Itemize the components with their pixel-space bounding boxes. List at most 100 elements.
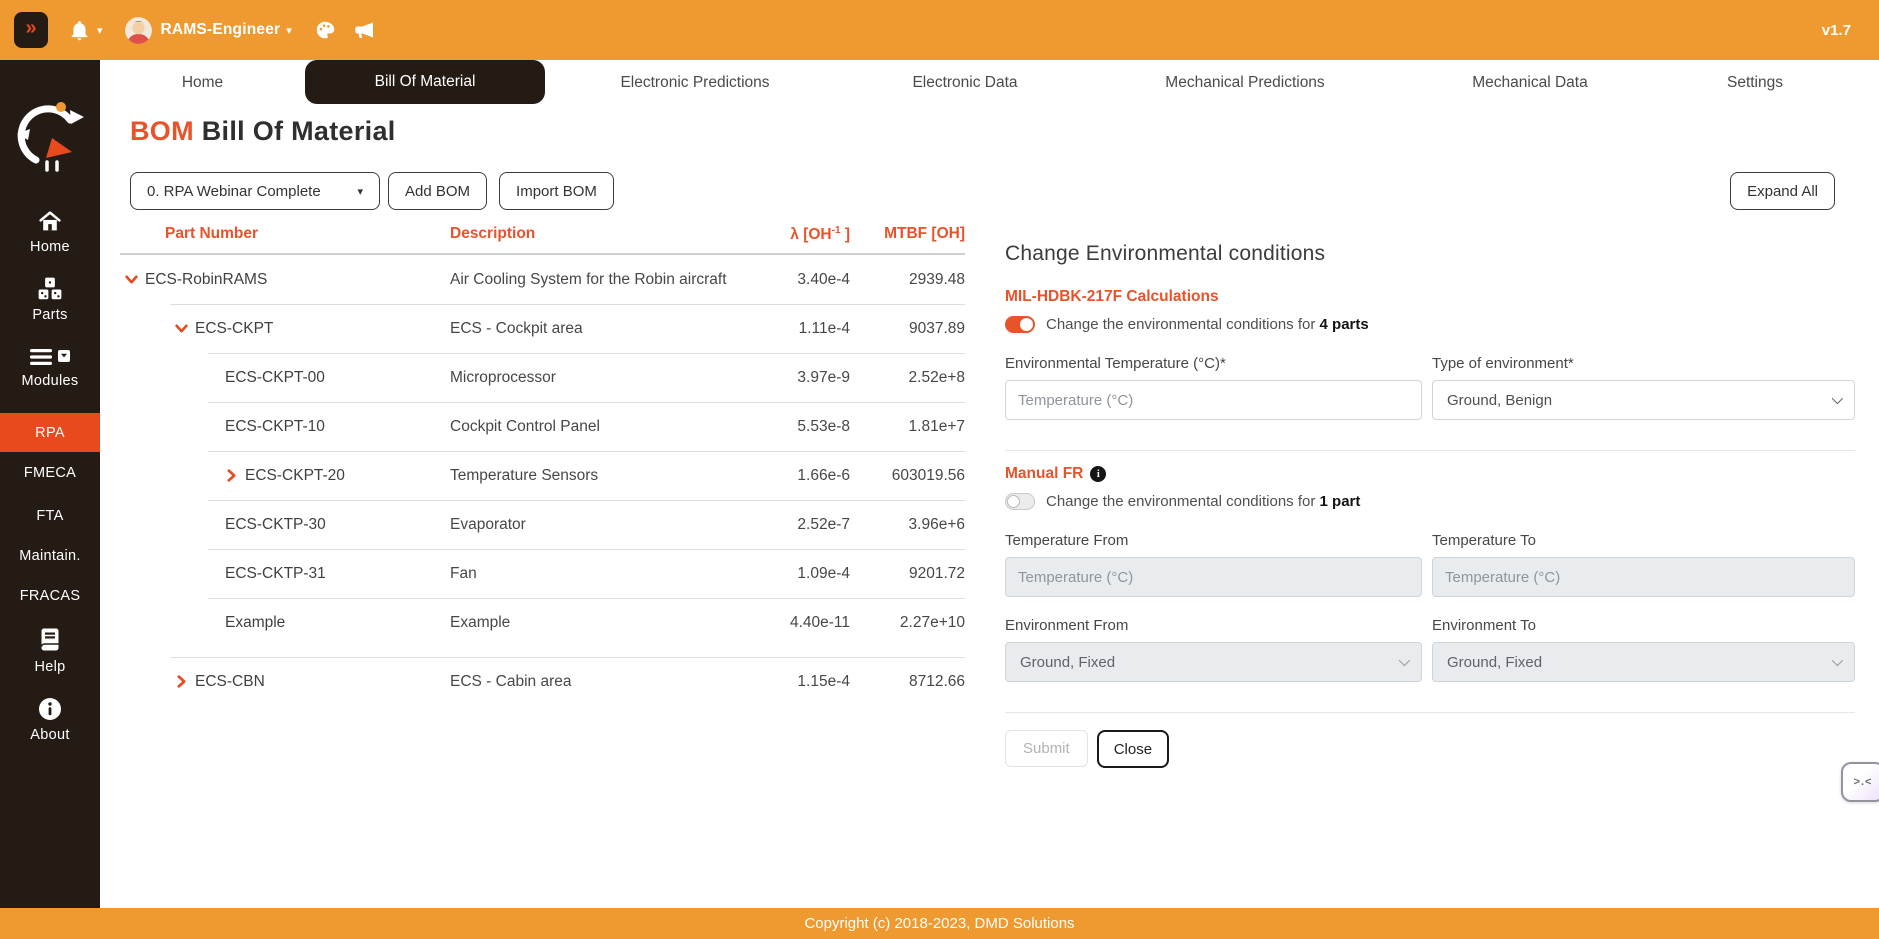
- column-header-part-number[interactable]: Part Number: [120, 225, 450, 244]
- manual-conditions-toggle[interactable]: [1005, 493, 1035, 510]
- part-number: ECS-CKTP-30: [225, 516, 326, 534]
- tab-bill-of-material[interactable]: Bill Of Material: [305, 60, 545, 104]
- chevron-down-icon: [1832, 655, 1843, 666]
- user-avatar[interactable]: [125, 17, 152, 44]
- tab-mechanical-predictions[interactable]: Mechanical Predictions: [1085, 60, 1405, 105]
- chevron-down-icon: [1399, 655, 1410, 666]
- tab-home[interactable]: Home: [100, 60, 305, 105]
- part-number: ECS-CKPT-20: [245, 467, 345, 485]
- chevron-down-icon[interactable]: [125, 273, 145, 286]
- chevron-right-icon[interactable]: [175, 675, 195, 688]
- user-name[interactable]: RAMS-Engineer: [161, 21, 281, 39]
- manual-toggle-row: Change the environmental conditions for …: [1005, 493, 1855, 510]
- notifications-bell-icon[interactable]: [68, 19, 91, 42]
- chevron-down-icon[interactable]: [175, 322, 195, 335]
- mil-toggle-label: Change the environmental conditions for …: [1046, 316, 1369, 333]
- sidebar-item-home[interactable]: Home: [0, 210, 100, 255]
- column-header-mtbf[interactable]: MTBF [OH]: [850, 225, 965, 244]
- type-of-environment-select[interactable]: Ground, Benign: [1432, 380, 1855, 420]
- part-number: ECS-CKPT: [195, 320, 273, 338]
- sidebar-item-fmeca[interactable]: FMECA: [0, 465, 100, 481]
- part-description: Cockpit Control Panel: [450, 418, 730, 436]
- notifications-caret-icon[interactable]: ▾: [97, 24, 103, 37]
- tab-settings[interactable]: Settings: [1655, 60, 1855, 105]
- environment-to-value: Ground, Fixed: [1447, 654, 1542, 671]
- column-header-description[interactable]: Description: [450, 225, 730, 244]
- lambda-value: 1.15e-4: [730, 673, 850, 691]
- lambda-value: 4.40e-11: [730, 614, 850, 632]
- tab-mechanical-data[interactable]: Mechanical Data: [1405, 60, 1655, 105]
- part-number: ECS-CKPT-00: [225, 369, 325, 387]
- table-row[interactable]: ECS-CKTP-30 Evaporator 2.52e-7 3.96e+6: [120, 500, 965, 549]
- announcements-megaphone-icon[interactable]: [352, 18, 376, 42]
- user-menu-caret-icon[interactable]: ▾: [286, 24, 292, 37]
- environmental-temperature-input[interactable]: [1005, 380, 1422, 420]
- chevron-right-icon[interactable]: [225, 469, 245, 482]
- part-description: Fan: [450, 565, 730, 583]
- table-row[interactable]: ECS-CKPT-20 Temperature Sensors 1.66e-6 …: [120, 451, 965, 500]
- module-tabs: Home Bill Of Material Electronic Predict…: [100, 60, 1879, 105]
- bom-selector-dropdown[interactable]: 0. RPA Webinar Complete ▾: [130, 172, 380, 210]
- tab-electronic-predictions[interactable]: Electronic Predictions: [545, 60, 845, 105]
- sidebar-item-maintain[interactable]: Maintain.: [0, 548, 100, 564]
- type-of-environment-label: Type of environment*: [1432, 355, 1855, 372]
- sidebar-item-label: FMECA: [24, 465, 76, 481]
- info-icon[interactable]: i: [1090, 466, 1106, 482]
- sidebar-item-fta[interactable]: FTA: [0, 508, 100, 524]
- table-row[interactable]: ECS-CKPT-10 Cockpit Control Panel 5.53e-…: [120, 402, 965, 451]
- sidebar-item-about[interactable]: About: [0, 697, 100, 743]
- sidebar-item-label: Maintain.: [19, 548, 81, 564]
- mil-conditions-toggle[interactable]: [1005, 316, 1035, 333]
- sidebar-item-label: FTA: [36, 508, 63, 524]
- temperature-to-label: Temperature To: [1432, 532, 1855, 549]
- sidebar-item-modules[interactable]: Modules: [0, 347, 100, 389]
- environmental-temperature-label: Environmental Temperature (°C)*: [1005, 355, 1422, 372]
- part-description: Microprocessor: [450, 369, 730, 387]
- copyright-text: Copyright (c) 2018-2023, DMD Solutions: [804, 915, 1074, 932]
- mil-hdbk-heading: MIL-HDBK-217F Calculations: [1005, 288, 1855, 306]
- part-number: ECS-CBN: [195, 673, 265, 691]
- table-row[interactable]: ECS-CKPT ECS - Cockpit area 1.11e-4 9037…: [120, 304, 965, 353]
- table-row[interactable]: ECS-CKPT-00 Microprocessor 3.97e-9 2.52e…: [120, 353, 965, 402]
- lambda-value: 5.53e-8: [730, 418, 850, 436]
- manual-fr-heading: Manual FRi: [1005, 465, 1855, 483]
- sidebar-item-fracas[interactable]: FRACAS: [0, 588, 100, 604]
- import-bom-button[interactable]: Import BOM: [499, 172, 614, 210]
- app-screen: » ▾ RAMS-Engineer ▾ v1.7: [0, 0, 1879, 939]
- add-bom-button[interactable]: Add BOM: [388, 172, 487, 210]
- mtbf-value: 2.52e+8: [850, 369, 965, 387]
- part-description: Evaporator: [450, 516, 730, 534]
- page-title: BOM Bill Of Material: [130, 116, 396, 147]
- sidebar-collapse-button[interactable]: »: [14, 12, 48, 48]
- mtbf-value: 1.81e+7: [850, 418, 965, 436]
- bom-table: Part Number Description λ [OH-1 ] MTBF […: [120, 225, 965, 706]
- table-row[interactable]: ECS-CBN ECS - Cabin area 1.15e-4 8712.66: [120, 657, 965, 706]
- table-row[interactable]: ECS-RobinRAMS Air Cooling System for the…: [120, 255, 965, 304]
- sidebar-item-parts[interactable]: Parts: [0, 277, 100, 323]
- sidebar-item-label: About: [30, 727, 69, 743]
- panel-divider: [1005, 450, 1855, 451]
- lambda-value: 2.52e-7: [730, 516, 850, 534]
- table-header-row: Part Number Description λ [OH-1 ] MTBF […: [120, 225, 965, 255]
- sidebar-item-label: Help: [34, 659, 65, 675]
- table-row[interactable]: ECS-CKTP-31 Fan 1.09e-4 9201.72: [120, 549, 965, 598]
- lambda-value: 1.09e-4: [730, 565, 850, 583]
- close-button[interactable]: Close: [1097, 730, 1169, 768]
- theme-palette-icon[interactable]: [314, 19, 336, 41]
- expand-all-button[interactable]: Expand All: [1730, 172, 1835, 210]
- environment-to-select: Ground, Fixed: [1432, 642, 1855, 682]
- sidebar-item-help[interactable]: Help: [0, 627, 100, 675]
- sidebar-item-label: FRACAS: [20, 588, 81, 604]
- feedback-widget-button[interactable]: >.<: [1841, 762, 1879, 802]
- panel-title: Change Environmental conditions: [1005, 242, 1855, 266]
- mtbf-value: 2.27e+10: [850, 614, 965, 632]
- tab-electronic-data[interactable]: Electronic Data: [845, 60, 1085, 105]
- sidebar-item-rpa[interactable]: RPA: [0, 413, 100, 452]
- part-description: ECS - Cockpit area: [450, 320, 730, 338]
- footer: Copyright (c) 2018-2023, DMD Solutions: [0, 908, 1879, 939]
- lambda-value: 1.66e-6: [730, 467, 850, 485]
- column-header-lambda[interactable]: λ [OH-1 ]: [730, 225, 850, 244]
- part-number: ECS-CKPT-10: [225, 418, 325, 436]
- table-row[interactable]: Example Example 4.40e-11 2.27e+10: [120, 598, 965, 647]
- part-description: Example: [450, 614, 730, 632]
